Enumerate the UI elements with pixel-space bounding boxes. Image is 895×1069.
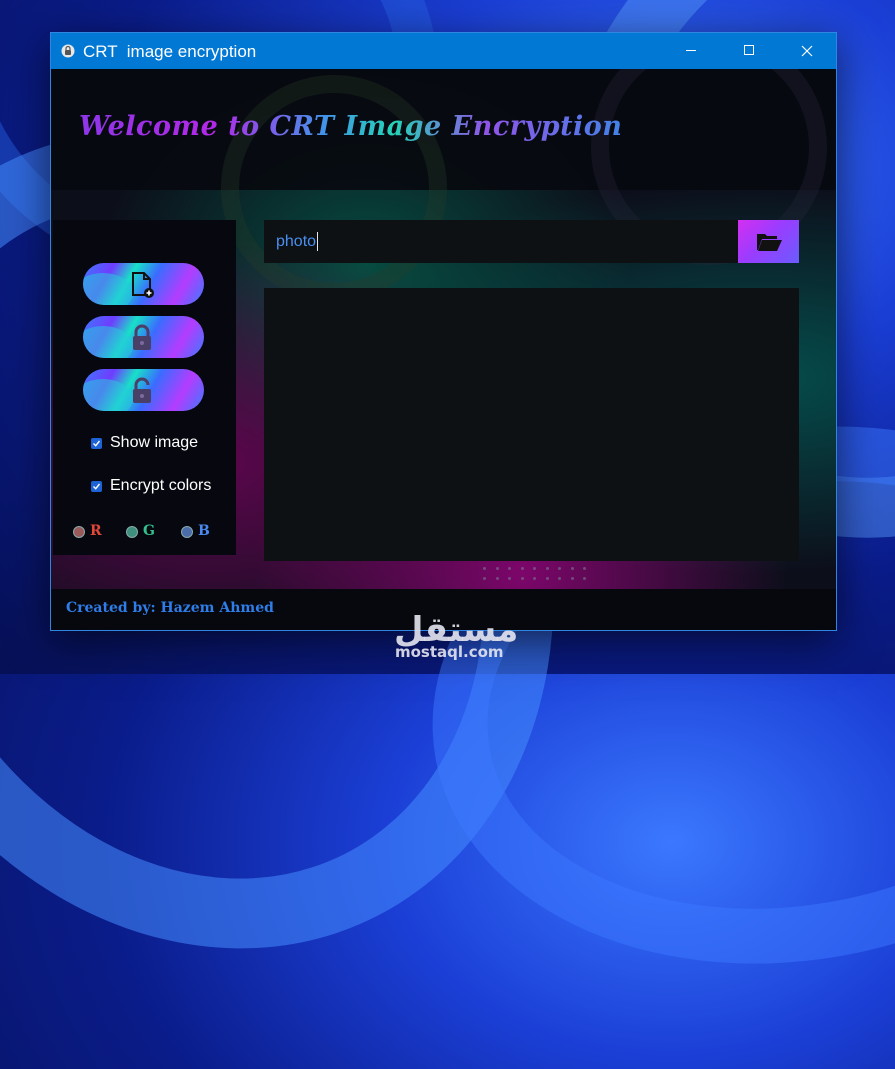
decorative-dot xyxy=(520,577,524,580)
decorative-dot xyxy=(533,577,536,580)
encrypt-button[interactable] xyxy=(83,316,204,358)
image-preview xyxy=(264,288,799,561)
decorative-dot xyxy=(495,577,499,580)
title-bar[interactable]: CRT image encryption xyxy=(51,33,836,69)
show-image-label: Show image xyxy=(110,434,199,451)
maximize-button[interactable] xyxy=(726,33,772,69)
channel-b-label: B xyxy=(198,523,210,539)
decorative-dot xyxy=(558,577,561,580)
mostaql-watermark: مستقل mostaql.com xyxy=(380,610,520,670)
decorative-dot xyxy=(533,567,536,570)
radio-dot[interactable] xyxy=(126,526,138,538)
decorative-dot xyxy=(495,567,499,570)
decorative-dot xyxy=(545,567,549,570)
file-add-icon xyxy=(132,272,154,298)
credit-text: Created by: Hazem Ahmed xyxy=(66,600,274,616)
decorative-ring xyxy=(221,75,447,301)
window-title: CRT image encryption xyxy=(83,42,257,61)
decorative-dot xyxy=(483,567,486,570)
channel-g-label: G xyxy=(143,523,155,539)
decorative-dot xyxy=(570,567,574,570)
checkbox-checked-icon[interactable] xyxy=(91,481,102,492)
radio-dot[interactable] xyxy=(181,526,193,538)
text-caret xyxy=(317,232,318,251)
decorative-dot xyxy=(483,577,486,580)
app-window: CRT image encryption Welcome to CRT Imag… xyxy=(50,32,837,631)
checkbox-checked-icon[interactable] xyxy=(91,438,102,449)
decorative-dot xyxy=(545,577,549,580)
app-lock-icon xyxy=(61,44,75,58)
decorative-dot xyxy=(583,577,586,580)
main-content: Welcome to CRT Image Encryption Show ima… xyxy=(51,69,836,630)
watermark-latin: mostaql.com xyxy=(395,643,504,661)
channel-r-label: R xyxy=(90,523,102,539)
minimize-button[interactable] xyxy=(668,33,714,69)
radio-dot[interactable] xyxy=(73,526,85,538)
close-icon xyxy=(801,45,813,57)
folder-open-icon xyxy=(757,234,782,251)
sidebar-panel: Show image Encrypt colors R G B xyxy=(53,220,236,555)
decorative-dot xyxy=(583,567,586,570)
welcome-title: Welcome to CRT Image Encryption xyxy=(79,111,623,142)
unlock-icon xyxy=(133,377,151,403)
add-file-button[interactable] xyxy=(83,263,204,305)
decorative-dot xyxy=(520,567,524,570)
decrypt-button[interactable] xyxy=(83,369,204,411)
decorative-dots xyxy=(483,567,593,587)
path-input-value[interactable]: photo xyxy=(276,233,316,251)
encrypt-colors-label: Encrypt colors xyxy=(110,477,212,494)
decorative-dot xyxy=(508,577,511,580)
path-input[interactable]: photo xyxy=(264,220,738,263)
close-button[interactable] xyxy=(784,33,830,69)
decorative-dot xyxy=(508,567,511,570)
decorative-dot xyxy=(558,567,561,570)
browse-button[interactable] xyxy=(738,220,799,263)
decorative-dot xyxy=(570,577,574,580)
header-banner: Welcome to CRT Image Encryption xyxy=(51,69,836,301)
lock-icon xyxy=(133,324,151,350)
